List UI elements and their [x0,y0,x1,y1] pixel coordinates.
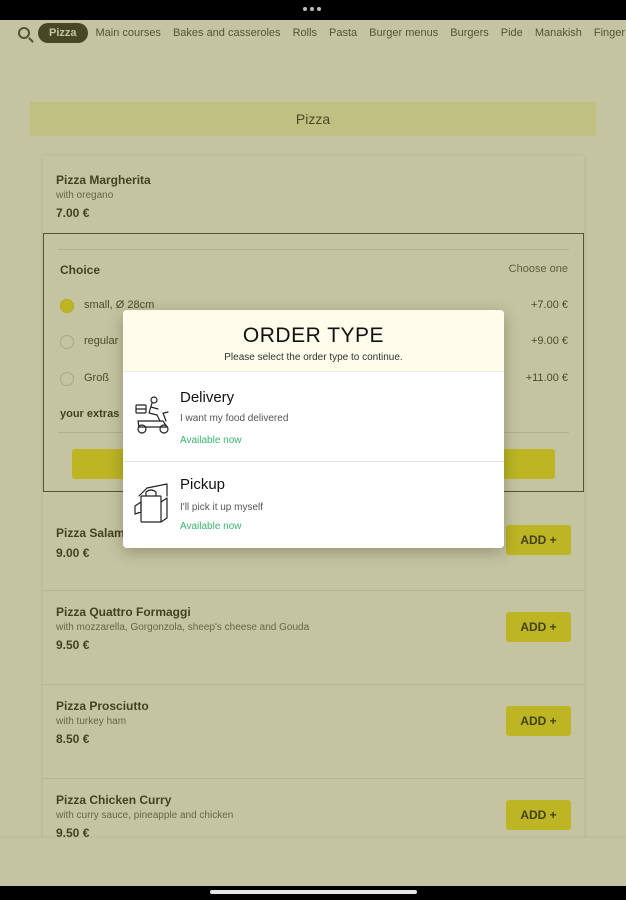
option-name: Delivery [180,389,235,406]
option-description: I'll pick it up myself [180,502,264,513]
pickup-bag-icon [134,483,168,523]
availability-status: Available now [180,521,242,532]
delivery-scooter-icon [135,396,169,434]
order-type-modal: ORDER TYPE Please select the order type … [123,310,504,548]
order-option-delivery[interactable]: Delivery I want my food delivered Availa… [123,373,504,461]
multitask-dots-icon [303,7,323,13]
modal-header: ORDER TYPE Please select the order type … [123,310,504,372]
modal-title: ORDER TYPE [242,324,385,347]
home-indicator[interactable] [210,890,417,894]
option-name: Pickup [180,476,226,493]
order-option-pickup[interactable]: Pickup I'll pick it up myself Available … [123,462,504,548]
availability-status: Available now [180,435,242,446]
modal-subtitle: Please select the order type to continue… [224,352,403,363]
status-bar [0,0,626,20]
option-description: I want my food delivered [180,413,289,424]
